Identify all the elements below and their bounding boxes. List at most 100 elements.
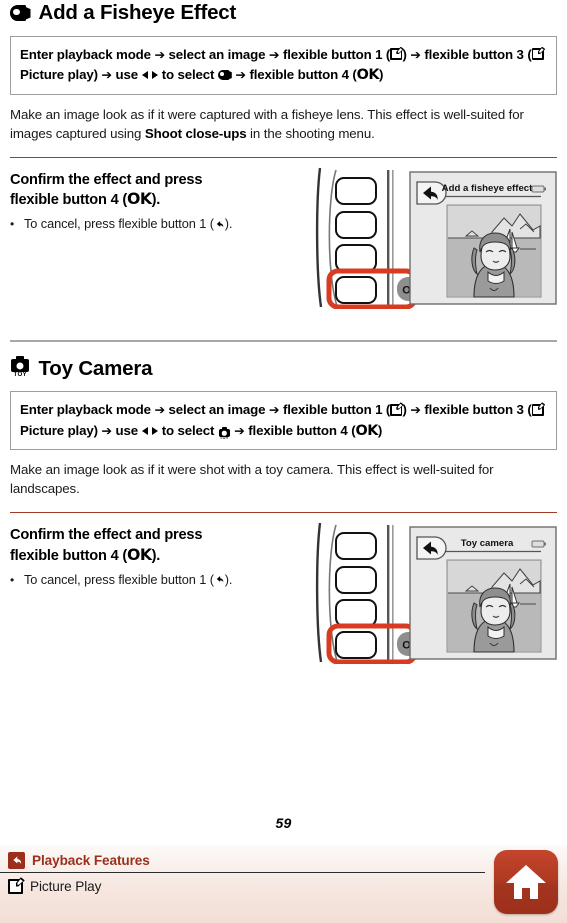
flexible-button-4 (335, 275, 377, 304)
subheading-post: ). (151, 548, 161, 565)
preview-photo (446, 559, 542, 653)
subheading-pre: flexible button 4 ( (10, 548, 128, 565)
subheading-line-2: flexible button 4 (OK). (10, 189, 304, 210)
instr-step-3: flexible button 1 ( (282, 46, 391, 62)
instr-step-7: flexible button 4 ( (248, 422, 356, 438)
arrow-right-icon: ➔ (235, 68, 246, 84)
camera-edge-outer (315, 523, 323, 663)
description-bold: Shoot close-ups (144, 125, 247, 141)
description-toycamera: Make an image look as if it were shot wi… (10, 461, 557, 499)
subheading-line-2: flexible button 4 (OK). (10, 545, 304, 566)
breadcrumb-item-playback-features[interactable]: Playback Features (32, 853, 150, 868)
screen-title: Add a fisheye effect (442, 183, 533, 194)
bullet-text: To cancel, press flexible button 1 (). (24, 572, 232, 589)
page-number: 59 (275, 815, 292, 831)
subheading-line-1: Confirm the effect and press (10, 527, 203, 544)
arrow-right-icon: ➔ (268, 403, 280, 419)
ok-glyph: OK (127, 189, 152, 209)
instr-step-4: flexible button 3 ( (424, 46, 532, 62)
picture-play-icon (8, 877, 25, 894)
ok-glyph: OK (356, 67, 380, 84)
instr-paren-close: ) (379, 67, 384, 83)
instr-step-6: to select (161, 422, 215, 438)
confirm-block-fisheye: Confirm the effect and press flexible bu… (10, 166, 557, 309)
instr-step-2: select an image (168, 46, 266, 62)
breadcrumb[interactable]: Playback Features (0, 852, 567, 869)
picture-play-icon (390, 402, 404, 416)
arrow-right-icon: ➔ (101, 68, 112, 84)
arrow-right-icon: ➔ (154, 403, 165, 419)
cancel-bullet-fisheye: • To cancel, press flexible button 1 (). (10, 216, 304, 233)
bullet-post: ). (224, 571, 233, 587)
back-arrow-icon (214, 574, 225, 585)
left-right-arrows-icon (142, 426, 159, 436)
section-title: Add a Fisheye Effect (38, 1, 237, 24)
camera-rail-1 (387, 525, 390, 662)
bullet-post: ). (224, 216, 233, 232)
breadcrumb-item-picture-play[interactable]: Picture Play (30, 879, 101, 894)
subheading-pre: flexible button 4 ( (10, 192, 128, 209)
instr-step-1: Enter playback mode (20, 402, 151, 418)
instruction-box-fisheye: Enter playback mode ➔ select an image ➔ … (10, 35, 557, 95)
toy-camera-icon: TOY (218, 427, 231, 441)
bullet-marker: • (10, 217, 15, 232)
camera-rail-2 (392, 169, 394, 306)
ok-glyph: OK (355, 422, 378, 439)
flexible-button-3 (335, 599, 377, 628)
home-icon (506, 865, 546, 899)
section-title: Toy Camera (38, 356, 153, 380)
description-fisheye: Make an image look as if it were capture… (10, 106, 557, 144)
back-arrow-icon (214, 219, 225, 230)
flexible-button-2 (335, 566, 377, 595)
instr-step-1: Enter playback mode (20, 46, 151, 62)
left-right-arrows-icon (142, 70, 159, 80)
arrow-right-icon: ➔ (410, 47, 421, 63)
home-button[interactable] (494, 850, 558, 914)
bullet-text: To cancel, press flexible button 1 (). (24, 216, 232, 233)
bullet-pre: To cancel, press flexible button 1 ( (24, 216, 214, 232)
battery-tip (544, 542, 546, 546)
fish-icon (10, 5, 31, 22)
bullet-marker: • (10, 572, 15, 587)
arrow-right-icon: ➔ (154, 47, 165, 63)
manual-page: Add a Fisheye Effect Enter playback mode… (0, 0, 567, 923)
instr-step-5: use (115, 67, 139, 83)
arrow-right-icon: ➔ (410, 403, 421, 419)
page-footer: Playback Features Picture Play (0, 845, 567, 923)
section-heading-fisheye: Add a Fisheye Effect (10, 1, 557, 25)
instr-step-4b: Picture play) (20, 422, 98, 438)
picture-play-icon (531, 46, 546, 61)
subheading-line-1: Confirm the effect and press (10, 171, 203, 188)
instr-step-5: use (115, 422, 139, 438)
camera-illustration-fisheye: OK Add a fisheye effect (314, 166, 557, 309)
instr-step-4: flexible button 3 ( (424, 402, 532, 418)
arrow-right-icon: ➔ (234, 423, 245, 439)
back-arrow-icon[interactable] (8, 852, 25, 869)
bullet-pre: To cancel, press flexible button 1 ( (24, 571, 214, 587)
screen-title: Toy camera (461, 538, 514, 549)
confirm-block-toycamera: Confirm the effect and press flexible bu… (10, 521, 557, 665)
flexible-button-4 (335, 631, 377, 660)
camera-illustration-toycamera: OK Toy camera (314, 521, 557, 665)
cancel-bullet-toycamera: • To cancel, press flexible button 1 (). (10, 572, 304, 589)
breadcrumb-sub[interactable]: Picture Play (0, 877, 567, 894)
subheading-post: ). (151, 192, 161, 209)
camera-rail-1 (387, 169, 390, 306)
confirm-text-fisheye: Confirm the effect and press flexible bu… (10, 166, 304, 234)
instr-step-2: select an image (168, 402, 266, 418)
flexible-button-1 (335, 176, 377, 205)
flexible-button-3 (335, 243, 377, 272)
description-post: in the shooting menu. (246, 125, 375, 141)
instr-paren-close: ) (377, 422, 383, 438)
ok-glyph: OK (127, 545, 152, 565)
camera-edge-outer (315, 167, 323, 307)
instr-step-3: flexible button 1 ( (282, 402, 391, 418)
battery-tip (544, 187, 546, 191)
flexible-button-1 (335, 532, 377, 561)
confirm-text-toycamera: Confirm the effect and press flexible bu… (10, 521, 304, 589)
description-pre: Make an image look as if it were shot wi… (10, 462, 494, 497)
preview-photo (446, 204, 542, 298)
instr-step-4b: Picture play) (20, 67, 98, 83)
picture-play-icon (531, 402, 546, 416)
instruction-box-toycamera: Enter playback mode ➔ select an image ➔ … (10, 391, 557, 451)
